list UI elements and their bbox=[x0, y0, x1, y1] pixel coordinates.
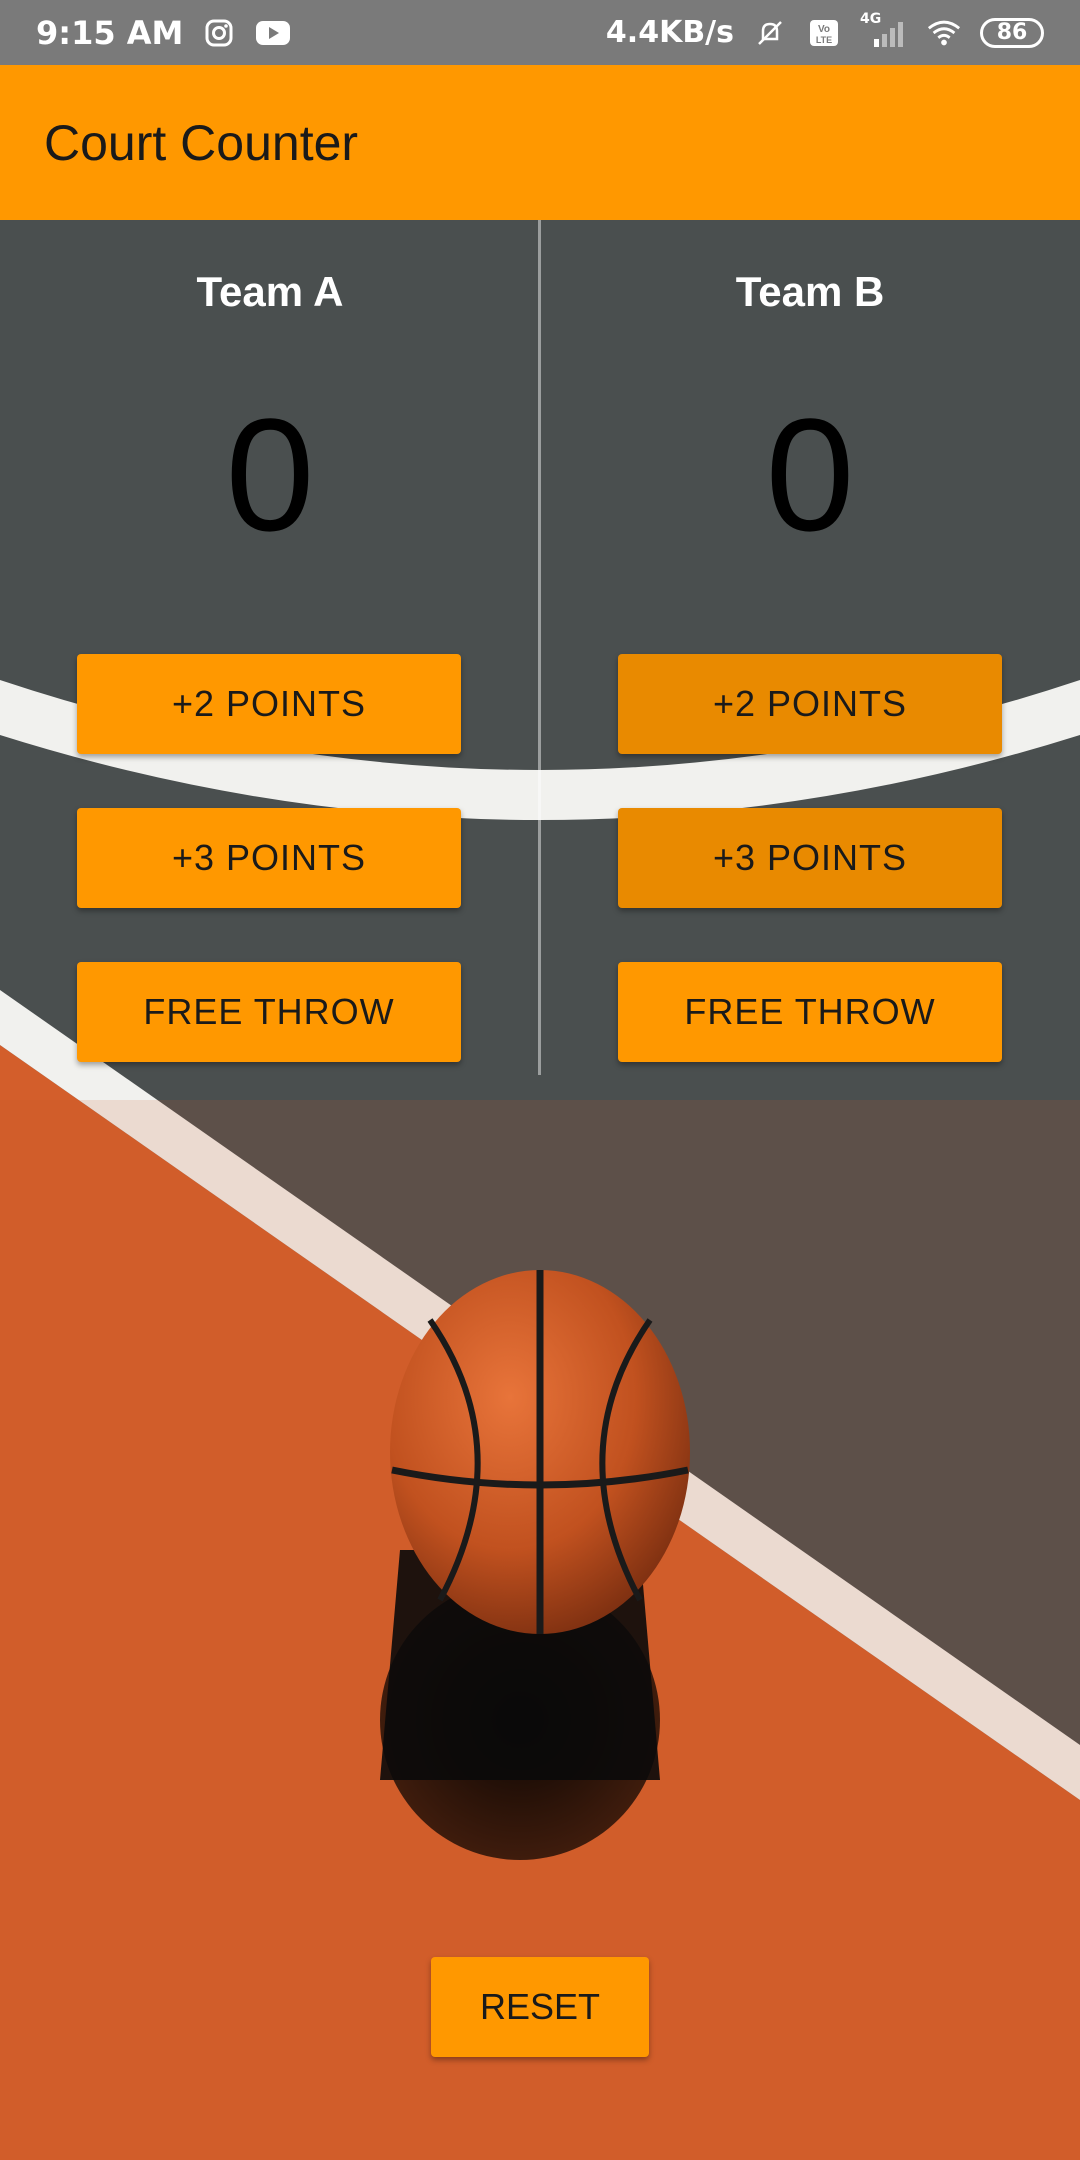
volte-icon: Vo LTE bbox=[806, 15, 842, 51]
status-time: 9:15 AM bbox=[36, 13, 184, 52]
team-b-free-throw-button[interactable]: FREE THROW bbox=[618, 962, 1002, 1062]
wifi-icon bbox=[926, 15, 962, 51]
signal-icon: 4G bbox=[860, 11, 908, 51]
battery-icon: 86 bbox=[980, 17, 1044, 48]
team-a-free-throw-button[interactable]: FREE THROW bbox=[77, 962, 461, 1062]
team-a-plus-3-button[interactable]: +3 POINTS bbox=[77, 808, 461, 908]
team-a-score: 0 bbox=[225, 385, 315, 564]
team-b-score: 0 bbox=[765, 385, 855, 564]
svg-text:LTE: LTE bbox=[816, 35, 832, 45]
network-type: 4G bbox=[860, 10, 882, 27]
team-a-name: Team A bbox=[196, 268, 344, 315]
team-b-name: Team B bbox=[735, 268, 885, 315]
team-b-plus-2-button[interactable]: +2 POINTS bbox=[618, 654, 1002, 754]
team-a-plus-2-button[interactable]: +2 POINTS bbox=[77, 654, 461, 754]
instagram-icon bbox=[201, 15, 237, 51]
svg-text:Vo: Vo bbox=[818, 24, 830, 35]
battery-level: 86 bbox=[996, 20, 1028, 45]
muted-bell-icon bbox=[752, 15, 788, 51]
app-bar: Court Counter bbox=[0, 65, 1080, 220]
status-bar: 9:15 AM 4.4KB/s Vo LTE 4G 86 bbox=[0, 0, 1080, 65]
team-b-panel: Team B 0 +2 POINTS +3 POINTS FREE THROW bbox=[540, 220, 1080, 1080]
youtube-icon bbox=[255, 15, 291, 51]
network-speed: 4.4KB/s bbox=[605, 15, 734, 50]
reset-button[interactable]: RESET bbox=[431, 1957, 649, 2057]
app-title: Court Counter bbox=[44, 114, 359, 171]
team-a-panel: Team A 0 +2 POINTS +3 POINTS FREE THROW bbox=[0, 220, 540, 1080]
team-b-plus-3-button[interactable]: +3 POINTS bbox=[618, 808, 1002, 908]
